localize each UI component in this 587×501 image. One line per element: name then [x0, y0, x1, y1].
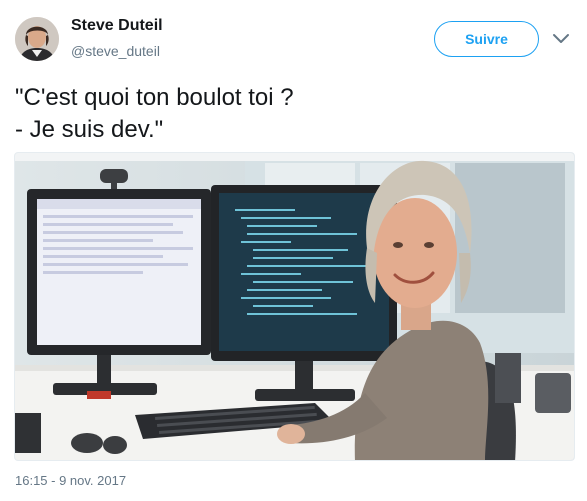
- photo-icon: [15, 153, 574, 460]
- avatar-image: [15, 17, 59, 61]
- author-name[interactable]: Steve Duteil: [71, 17, 163, 35]
- chevron-down-icon[interactable]: [552, 32, 570, 46]
- tweet-card: Steve Duteil @steve_duteil Suivre "C'est…: [0, 0, 587, 501]
- follow-button[interactable]: Suivre: [434, 21, 539, 57]
- tweet-text-line: - Je suis dev.": [15, 116, 164, 143]
- tweet-photo[interactable]: [14, 152, 575, 461]
- tweet-timestamp[interactable]: 16:15 - 9 nov. 2017: [15, 473, 126, 488]
- tweet-text-line: "C'est quoi ton boulot toi ?: [15, 84, 294, 111]
- author-avatar[interactable]: [15, 17, 59, 61]
- author-handle[interactable]: @steve_duteil: [71, 43, 160, 59]
- tweet-text: "C'est quoi ton boulot toi ? - Je suis d…: [15, 82, 575, 146]
